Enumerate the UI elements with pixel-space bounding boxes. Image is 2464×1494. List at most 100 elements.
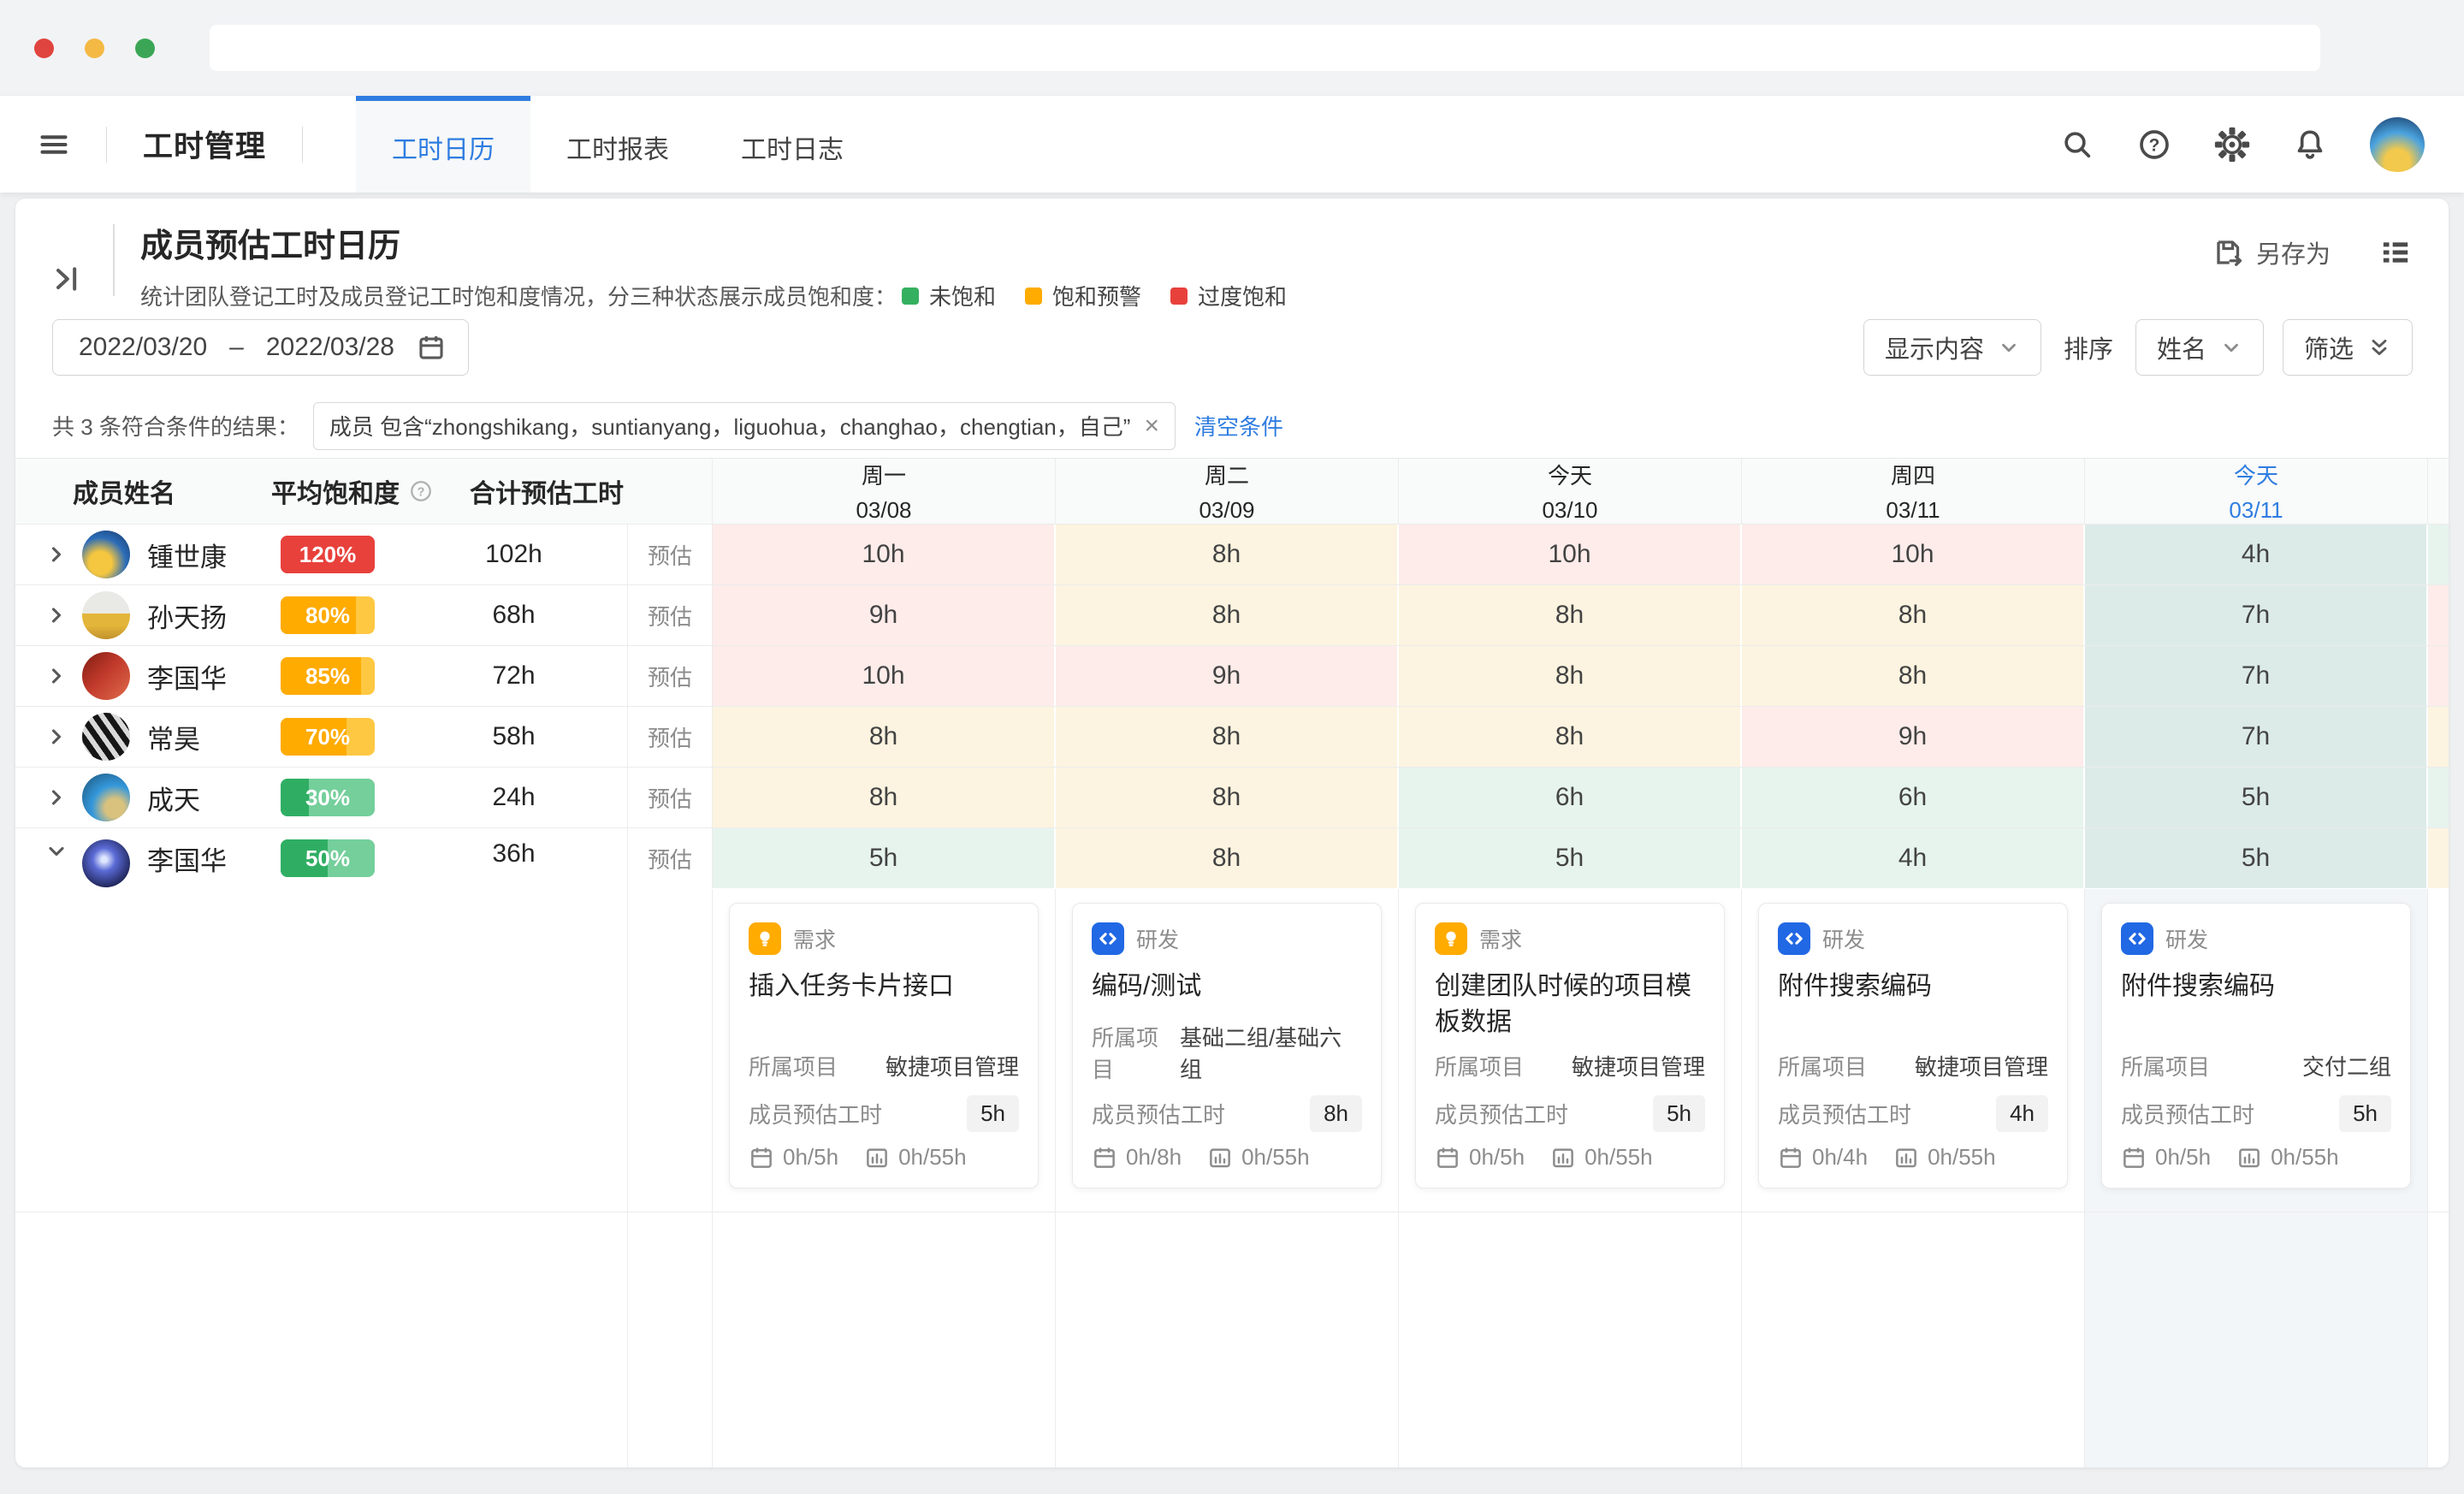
saturation-badge: 120%	[281, 536, 375, 573]
day-card-column: 研发附件搜索编码所属项目敏捷项目管理成员预估工时4h0h/4h0h/55h	[1742, 889, 2085, 1212]
member-cell: 常昊70%58h	[15, 707, 628, 767]
estimate-value: 5h	[967, 1095, 1019, 1132]
member-name[interactable]: 李国华	[147, 839, 281, 878]
hours-cell[interactable]: 8h	[713, 768, 1056, 827]
hours-cell[interactable]: 9h	[713, 585, 1056, 645]
notifications-bell-icon[interactable]	[2293, 127, 2327, 162]
hours-cell[interactable]: 8h	[1056, 525, 1399, 584]
member-cell: 锺世康120%102h	[15, 525, 628, 584]
user-avatar[interactable]	[2370, 117, 2425, 172]
divider	[106, 127, 107, 163]
task-title[interactable]: 附件搜索编码	[2121, 969, 2391, 1005]
member-name[interactable]: 常昊	[147, 718, 281, 756]
member-name[interactable]: 李国华	[147, 657, 281, 696]
hours-cell[interactable]: 7h	[2085, 646, 2428, 706]
filter-bar: 共 3 条符合条件的结果： 成员 包含“zhongshikang，suntian…	[15, 394, 2449, 459]
task-card[interactable]: 研发编码/测试所属项目基础二组/基础六组成员预估工时8h0h/8h0h/55h	[1072, 903, 1382, 1189]
nav-tab[interactable]: 工时日志	[705, 96, 880, 193]
member-avatar	[82, 774, 130, 821]
day-card-column: 研发编码/测试所属项目基础二组/基础六组成员预估工时8h0h/8h0h/55h	[1056, 889, 1399, 1212]
collapse-row-icon[interactable]	[44, 839, 82, 863]
member-name[interactable]: 锺世康	[147, 536, 281, 574]
hours-cell[interactable]: 7h	[2085, 585, 2428, 645]
hours-cell[interactable]: 5h	[713, 828, 1056, 888]
nav-tab[interactable]: 工时日历	[356, 96, 530, 193]
date-range-picker[interactable]: 2022/03/20 – 2022/03/28	[52, 319, 469, 376]
hours-cell[interactable]: 8h	[1056, 828, 1399, 888]
hours-cell[interactable]: 10h	[713, 525, 1056, 584]
save-as-button[interactable]: 另存为	[2213, 234, 2331, 270]
hours-cell[interactable]: 8h	[1399, 707, 1742, 767]
empty-day-column	[2085, 1212, 2428, 1467]
filter-condition-chip[interactable]: 成员 包含“zhongshikang，suntianyang，liguohua，…	[313, 402, 1176, 450]
task-title[interactable]: 附件搜索编码	[1778, 969, 2048, 1005]
member-name[interactable]: 成天	[147, 779, 281, 817]
estimate-label: 成员预估工时	[1778, 1098, 1911, 1129]
filter-button[interactable]: 筛选	[2283, 319, 2413, 376]
hours-cell[interactable]: 8h	[1399, 646, 1742, 706]
total-hours-stat: 0h/55h	[1207, 1144, 1310, 1171]
hours-cell[interactable]: 9h	[1056, 646, 1399, 706]
task-card[interactable]: 研发附件搜索编码所属项目交付二组成员预估工时5h0h/5h0h/55h	[2101, 903, 2411, 1189]
hours-cell[interactable]: 6h	[1742, 768, 2085, 827]
hours-cell[interactable]: 10h	[1399, 525, 1742, 584]
hours-cell[interactable]: 8h	[1056, 768, 1399, 827]
hours-cell[interactable]: 5h	[2085, 768, 2428, 827]
hours-cell[interactable]: 8h	[1056, 585, 1399, 645]
hours-cell[interactable]: 5h	[2085, 828, 2428, 888]
minimize-window-button[interactable]	[85, 39, 104, 58]
expand-row-icon[interactable]	[44, 603, 82, 627]
hours-cell[interactable]: 4h	[2085, 525, 2428, 584]
chip-close-icon[interactable]: ×	[1144, 413, 1159, 439]
hours-cell[interactable]: 4h	[1742, 828, 2085, 888]
task-card[interactable]: 需求创建团队时候的项目模板数据所属项目敏捷项目管理成员预估工时5h0h/5h0h…	[1415, 903, 1725, 1189]
close-window-button[interactable]	[34, 39, 54, 58]
hours-cell[interactable]: 8h	[1742, 585, 2085, 645]
schedule-stat: 0h/5h	[1435, 1144, 1525, 1171]
task-title[interactable]: 插入任务卡片接口	[749, 969, 1019, 1005]
hours-cell[interactable]: 5h	[1399, 828, 1742, 888]
expand-row-icon[interactable]	[44, 664, 82, 688]
saturation-legend: 未饱和饱和预警过度饱和	[902, 280, 1287, 311]
member-name[interactable]: 孙天扬	[147, 596, 281, 635]
clear-filters-link[interactable]: 清空条件	[1194, 410, 1283, 442]
hamburger-menu-icon[interactable]	[38, 128, 70, 161]
list-view-icon[interactable]	[2378, 235, 2413, 270]
hours-cell[interactable]: 7h	[2085, 707, 2428, 767]
hours-cell-partial	[2428, 828, 2449, 888]
search-icon[interactable]	[2060, 127, 2094, 162]
help-circle-icon[interactable]: ?	[408, 478, 434, 504]
nav-tab[interactable]: 工时报表	[530, 96, 705, 193]
settings-gear-icon[interactable]	[2214, 127, 2250, 163]
requirement-bulb-icon	[749, 922, 781, 955]
bar-chart-icon	[1893, 1145, 1919, 1171]
expanded-hours-row: 预估5h8h5h4h5h	[628, 828, 2449, 889]
task-title[interactable]: 创建团队时候的项目模板数据	[1435, 969, 1705, 1040]
task-card[interactable]: 研发附件搜索编码所属项目敏捷项目管理成员预估工时4h0h/4h0h/55h	[1758, 903, 2068, 1189]
maximize-window-button[interactable]	[135, 39, 155, 58]
hours-cell[interactable]: 10h	[1742, 525, 2085, 584]
hours-cell[interactable]: 9h	[1742, 707, 2085, 767]
date-separator: –	[229, 333, 244, 362]
hours-cell[interactable]: 8h	[1399, 585, 1742, 645]
hours-cell[interactable]: 8h	[713, 707, 1056, 767]
day-header: 周四03/11	[1742, 459, 2085, 524]
help-icon[interactable]: ?	[2137, 127, 2171, 162]
schedule-stat: 0h/5h	[2121, 1144, 2211, 1171]
collapse-sidebar-icon[interactable]	[50, 238, 84, 319]
expand-row-icon[interactable]	[44, 725, 82, 749]
expand-row-icon[interactable]	[44, 542, 82, 566]
hours-cell[interactable]: 8h	[1056, 707, 1399, 767]
expand-row-icon[interactable]	[44, 786, 82, 809]
hours-cell[interactable]: 10h	[713, 646, 1056, 706]
hours-cell[interactable]: 6h	[1399, 768, 1742, 827]
task-card[interactable]: 需求插入任务卡片接口所属项目敏捷项目管理成员预估工时5h0h/5h0h/55h	[729, 903, 1039, 1189]
sort-label: 排序	[2064, 329, 2113, 365]
address-bar[interactable]	[210, 25, 2320, 71]
sort-dropdown[interactable]: 姓名	[2135, 319, 2264, 376]
task-type-label: 研发	[1136, 923, 1179, 954]
display-content-dropdown[interactable]: 显示内容	[1863, 319, 2041, 376]
member-row: 锺世康120%102h预估10h8h10h10h4h	[15, 525, 2449, 585]
hours-cell[interactable]: 8h	[1742, 646, 2085, 706]
task-title[interactable]: 编码/测试	[1092, 969, 1362, 1005]
